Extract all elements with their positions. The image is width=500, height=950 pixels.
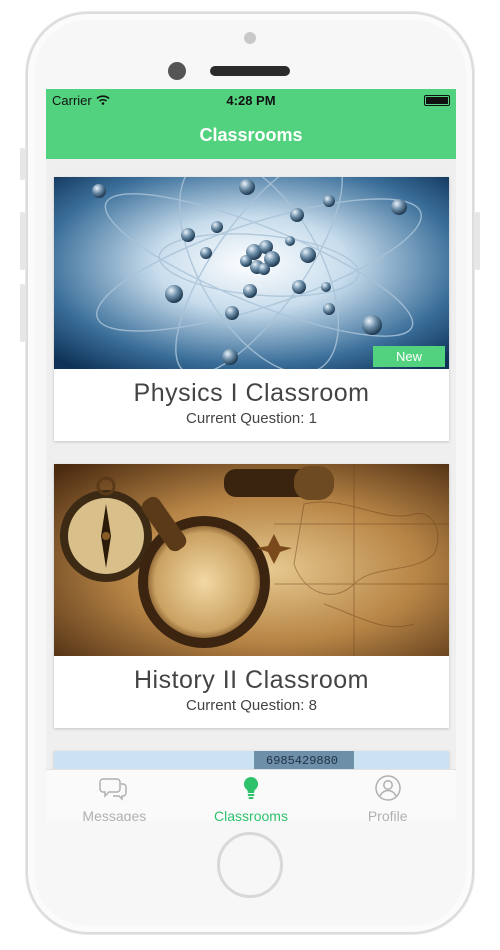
volume-up-button: [20, 212, 25, 270]
classroom-card-math[interactable]: 6985429880: [54, 751, 449, 769]
current-question-label: Current Question: 8: [186, 697, 317, 714]
battery-icon: [424, 95, 450, 106]
tab-profile[interactable]: Profile: [319, 770, 456, 821]
calculator-image: 6985429880: [54, 751, 449, 769]
calculator-display: 6985429880: [266, 754, 338, 768]
front-camera: [168, 62, 186, 80]
proximity-sensor: [244, 32, 256, 44]
classroom-title: Physics I Classroom: [133, 379, 370, 407]
tab-label: Profile: [367, 808, 408, 821]
tab-label: Messages: [82, 808, 147, 821]
status-bar: Carrier 4:28 PM: [46, 89, 456, 111]
atom-model-image: New: [54, 177, 449, 369]
volume-down-button: [20, 284, 25, 342]
earpiece-speaker: [210, 66, 290, 76]
current-question-label: Current Question: 1: [186, 410, 317, 427]
tab-bar: Messages Classrooms Profile: [46, 769, 456, 821]
lightbulb-icon: [241, 775, 261, 806]
classroom-list[interactable]: New Physics I Classroom Current Question…: [46, 159, 456, 769]
classroom-card-history[interactable]: History II Classroom Current Question: 8: [54, 464, 449, 728]
new-badge: New: [373, 346, 445, 367]
mute-switch: [20, 148, 25, 180]
person-icon: [374, 775, 402, 806]
classroom-card-physics[interactable]: New Physics I Classroom Current Question…: [54, 177, 449, 441]
tab-label: Classrooms: [214, 808, 288, 821]
power-button: [475, 212, 480, 270]
nav-title: Classrooms: [46, 111, 456, 159]
tab-messages[interactable]: Messages: [46, 770, 183, 821]
chat-bubbles-icon: [99, 775, 129, 806]
home-button[interactable]: [217, 832, 283, 898]
antique-map-compass-image: [54, 464, 449, 656]
classroom-title: History II Classroom: [133, 666, 370, 694]
app-screen: Carrier 4:28 PM Classrooms New Physics I…: [46, 89, 456, 821]
status-time: 4:28 PM: [226, 93, 276, 108]
tab-classrooms[interactable]: Classrooms: [183, 770, 320, 821]
